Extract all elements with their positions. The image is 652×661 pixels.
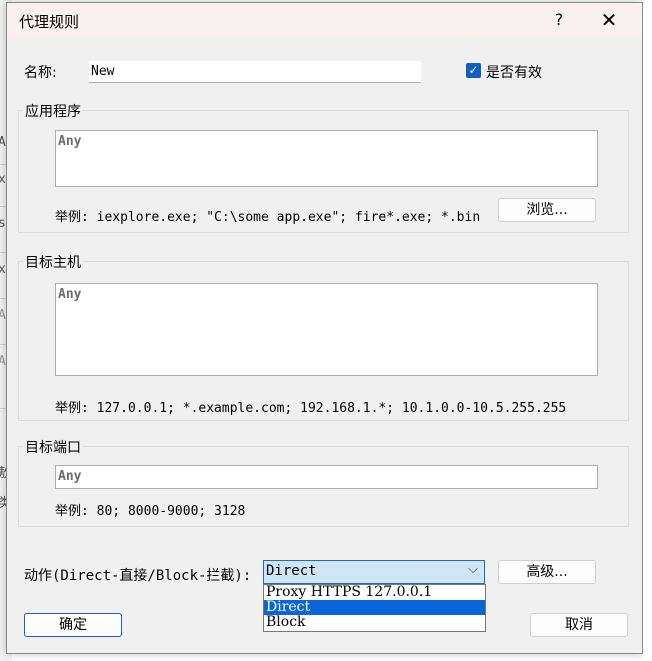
checkmark-icon: ✓ xyxy=(468,63,479,77)
ok-button[interactable]: 确定 xyxy=(24,613,122,637)
cancel-button[interactable]: 取消 xyxy=(530,613,628,637)
enabled-checkbox[interactable]: ✓ xyxy=(466,63,481,78)
action-option-block[interactable]: Block xyxy=(264,615,485,630)
action-label: 动作(Direct-直接/Block-拦截): xyxy=(24,568,252,584)
host-hint: 举例: 127.0.0.1; *.example.com; 192.168.1.… xyxy=(55,401,567,416)
action-select-value: Direct xyxy=(266,563,317,579)
advanced-button[interactable]: 高级... xyxy=(498,560,596,584)
host-input[interactable]: Any xyxy=(55,283,598,376)
close-button[interactable]: ✕ xyxy=(597,9,621,31)
host-group-label: 目标主机 xyxy=(23,252,83,272)
proxy-rule-dialog: 代理规则 ? ✕ 名称: New ✓ 是否有效 应用程序 Any 举例: iex… xyxy=(6,2,643,654)
action-option-direct[interactable]: Direct xyxy=(264,600,485,615)
application-input-placeholder: Any xyxy=(58,134,82,149)
chevron-down-icon: ⌵ xyxy=(468,562,478,577)
name-input-value: New xyxy=(91,64,115,79)
application-hint: 举例: iexplore.exe; "C:\some app.exe"; fir… xyxy=(55,210,481,225)
dialog-title: 代理规则 xyxy=(19,13,80,31)
application-group-label: 应用程序 xyxy=(23,101,83,121)
port-group-label: 目标端口 xyxy=(23,437,83,457)
action-option-proxy[interactable]: Proxy HTTPS 127.0.0.1 xyxy=(264,585,485,600)
action-dropdown-list: Proxy HTTPS 127.0.0.1 Direct Block xyxy=(263,584,486,632)
browse-button[interactable]: 浏览... xyxy=(498,198,596,222)
port-input-placeholder: Any xyxy=(58,469,82,484)
host-input-placeholder: Any xyxy=(58,287,82,302)
help-button[interactable]: ? xyxy=(547,9,571,31)
action-select[interactable]: Direct ⌵ xyxy=(263,560,485,584)
name-label: 名称: xyxy=(24,65,57,81)
port-hint: 举例: 80; 8000-9000; 3128 xyxy=(55,504,246,519)
enabled-label[interactable]: 是否有效 xyxy=(486,62,542,82)
port-input[interactable]: Any xyxy=(55,465,598,489)
name-input[interactable]: New xyxy=(89,61,421,83)
background-window-edge xyxy=(643,0,652,661)
application-input[interactable]: Any xyxy=(55,130,598,187)
title-bar: 代理规则 ? ✕ xyxy=(7,3,642,37)
